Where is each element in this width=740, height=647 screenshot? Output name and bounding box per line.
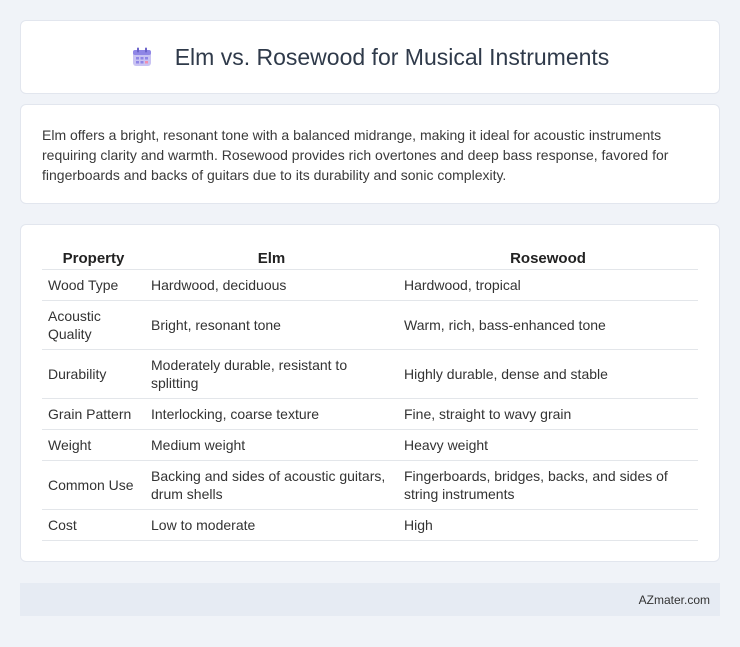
- title-card: Elm vs. Rosewood for Musical Instruments: [20, 20, 720, 94]
- table-row: Common Use Backing and sides of acoustic…: [42, 460, 698, 510]
- column-header-elm: Elm: [145, 246, 398, 270]
- property-cell: Durability: [42, 349, 145, 399]
- footer-site-name: AZmater.com: [638, 593, 710, 607]
- table-row: Weight Medium weight Heavy weight: [42, 429, 698, 461]
- elm-cell: Interlocking, coarse texture: [145, 398, 398, 430]
- rosewood-cell: Fingerboards, bridges, backs, and sides …: [398, 460, 698, 510]
- rosewood-cell: Warm, rich, bass-enhanced tone: [398, 300, 698, 350]
- table-row: Grain Pattern Interlocking, coarse textu…: [42, 398, 698, 430]
- elm-cell: Moderately durable, resistant to splitti…: [145, 349, 398, 399]
- property-cell: Grain Pattern: [42, 398, 145, 430]
- column-header-rosewood: Rosewood: [398, 246, 698, 270]
- property-cell: Weight: [42, 429, 145, 461]
- table-row: Wood Type Hardwood, deciduous Hardwood, …: [42, 269, 698, 301]
- title-row: Elm vs. Rosewood for Musical Instruments: [21, 21, 719, 93]
- property-cell: Common Use: [42, 460, 145, 510]
- page-title: Elm vs. Rosewood for Musical Instruments: [174, 43, 610, 70]
- column-header-property: Property: [42, 246, 145, 270]
- table-row: Cost Low to moderate High: [42, 509, 698, 541]
- calendar-icon: [131, 46, 153, 68]
- property-cell: Acoustic Quality: [42, 300, 145, 350]
- property-cell: Cost: [42, 509, 145, 541]
- comparison-card: Property Elm Rosewood Wood Type Hardwood…: [20, 224, 720, 562]
- table-row: Durability Moderately durable, resistant…: [42, 349, 698, 399]
- rosewood-cell: High: [398, 509, 698, 541]
- elm-cell: Low to moderate: [145, 509, 398, 541]
- elm-cell: Backing and sides of acoustic guitars, d…: [145, 460, 398, 510]
- elm-cell: Medium weight: [145, 429, 398, 461]
- elm-cell: Hardwood, deciduous: [145, 269, 398, 301]
- rosewood-cell: Hardwood, tropical: [398, 269, 698, 301]
- comparison-table: Property Elm Rosewood Wood Type Hardwood…: [42, 246, 698, 541]
- table-row: Acoustic Quality Bright, resonant tone W…: [42, 300, 698, 350]
- property-cell: Wood Type: [42, 269, 145, 301]
- table-header-row: Property Elm Rosewood: [42, 246, 698, 270]
- elm-cell: Bright, resonant tone: [145, 300, 398, 350]
- rosewood-cell: Highly durable, dense and stable: [398, 349, 698, 399]
- footer-bar: AZmater.com: [20, 583, 720, 616]
- summary-paragraph: Elm offers a bright, resonant tone with …: [42, 127, 669, 183]
- rosewood-cell: Fine, straight to wavy grain: [398, 398, 698, 430]
- summary-card: Elm offers a bright, resonant tone with …: [20, 104, 720, 204]
- rosewood-cell: Heavy weight: [398, 429, 698, 461]
